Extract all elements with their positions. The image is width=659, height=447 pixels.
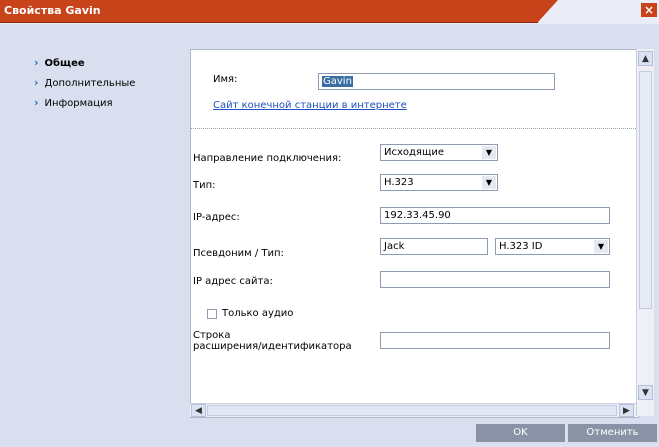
dropdown-arrow-icon: ▼ xyxy=(482,146,496,159)
dropdown-arrow-icon: ▼ xyxy=(482,176,496,189)
name-field-value: Gavin xyxy=(322,76,353,87)
chevron-right-icon: › xyxy=(34,96,39,109)
chevron-right-icon: › xyxy=(34,76,39,89)
sidebar-item-label: Общее xyxy=(44,58,85,69)
site-ip-field[interactable] xyxy=(380,271,610,288)
ip-field[interactable]: 192.33.45.90 xyxy=(380,207,610,224)
extension-label-line2: расширения/идентификатора xyxy=(193,341,352,352)
extension-label-line1: Строка xyxy=(193,330,231,341)
ip-field-value: 192.33.45.90 xyxy=(384,210,451,221)
chevron-right-icon: › xyxy=(34,56,39,69)
site-ip-label: IP адрес сайта: xyxy=(193,276,273,287)
ok-button[interactable]: OK xyxy=(476,424,565,442)
scroll-left-icon[interactable]: ◀ xyxy=(191,404,206,417)
scroll-thumb[interactable] xyxy=(639,71,652,309)
ip-label: IP-адрес: xyxy=(193,212,240,223)
horizontal-scrollbar[interactable]: ◀ ▶ xyxy=(190,403,636,417)
title-tab: Свойства Gavin xyxy=(0,0,558,23)
sidebar-item-advanced[interactable]: › Дополнительные xyxy=(34,76,135,89)
scroll-thumb[interactable] xyxy=(207,405,617,416)
audio-only-checkbox[interactable] xyxy=(207,309,217,319)
type-label: Тип: xyxy=(193,180,216,191)
alias-field[interactable]: Jack xyxy=(380,238,488,255)
extension-field[interactable] xyxy=(380,332,610,349)
audio-only-label: Только аудио xyxy=(222,308,294,319)
divider xyxy=(190,128,636,129)
site-link[interactable]: Сайт конечной станции в интернете xyxy=(213,100,407,111)
direction-select-value: Исходящие xyxy=(384,147,445,158)
window-title: Свойства Gavin xyxy=(4,4,101,17)
type-select[interactable]: H.323 ▼ xyxy=(380,174,498,191)
close-icon[interactable]: × xyxy=(640,3,657,17)
cancel-button[interactable]: Отменить xyxy=(568,424,657,442)
sidebar-item-info[interactable]: › Информация xyxy=(34,96,113,109)
sidebar-item-label: Информация xyxy=(44,98,113,109)
name-field[interactable]: Gavin xyxy=(318,73,555,90)
title-bar: Свойства Gavin × xyxy=(0,0,659,24)
direction-select[interactable]: Исходящие ▼ xyxy=(380,144,498,161)
type-select-value: H.323 xyxy=(384,177,414,188)
dropdown-arrow-icon: ▼ xyxy=(594,240,608,253)
alias-label: Псевдоним / Тип: xyxy=(193,248,284,259)
scroll-up-icon[interactable]: ▲ xyxy=(638,51,653,66)
vertical-scrollbar[interactable]: ▲ ▼ xyxy=(636,49,654,416)
name-label: Имя: xyxy=(213,74,238,85)
alias-field-value: Jack xyxy=(384,241,405,252)
direction-label: Направление подключения: xyxy=(193,153,342,164)
scroll-right-icon[interactable]: ▶ xyxy=(619,404,634,417)
alias-type-select-value: H.323 ID xyxy=(499,241,543,252)
alias-type-select[interactable]: H.323 ID ▼ xyxy=(495,238,610,255)
sidebar-item-general[interactable]: › Общее xyxy=(34,56,85,69)
sidebar-item-label: Дополнительные xyxy=(44,78,136,89)
scroll-down-icon[interactable]: ▼ xyxy=(638,385,653,400)
